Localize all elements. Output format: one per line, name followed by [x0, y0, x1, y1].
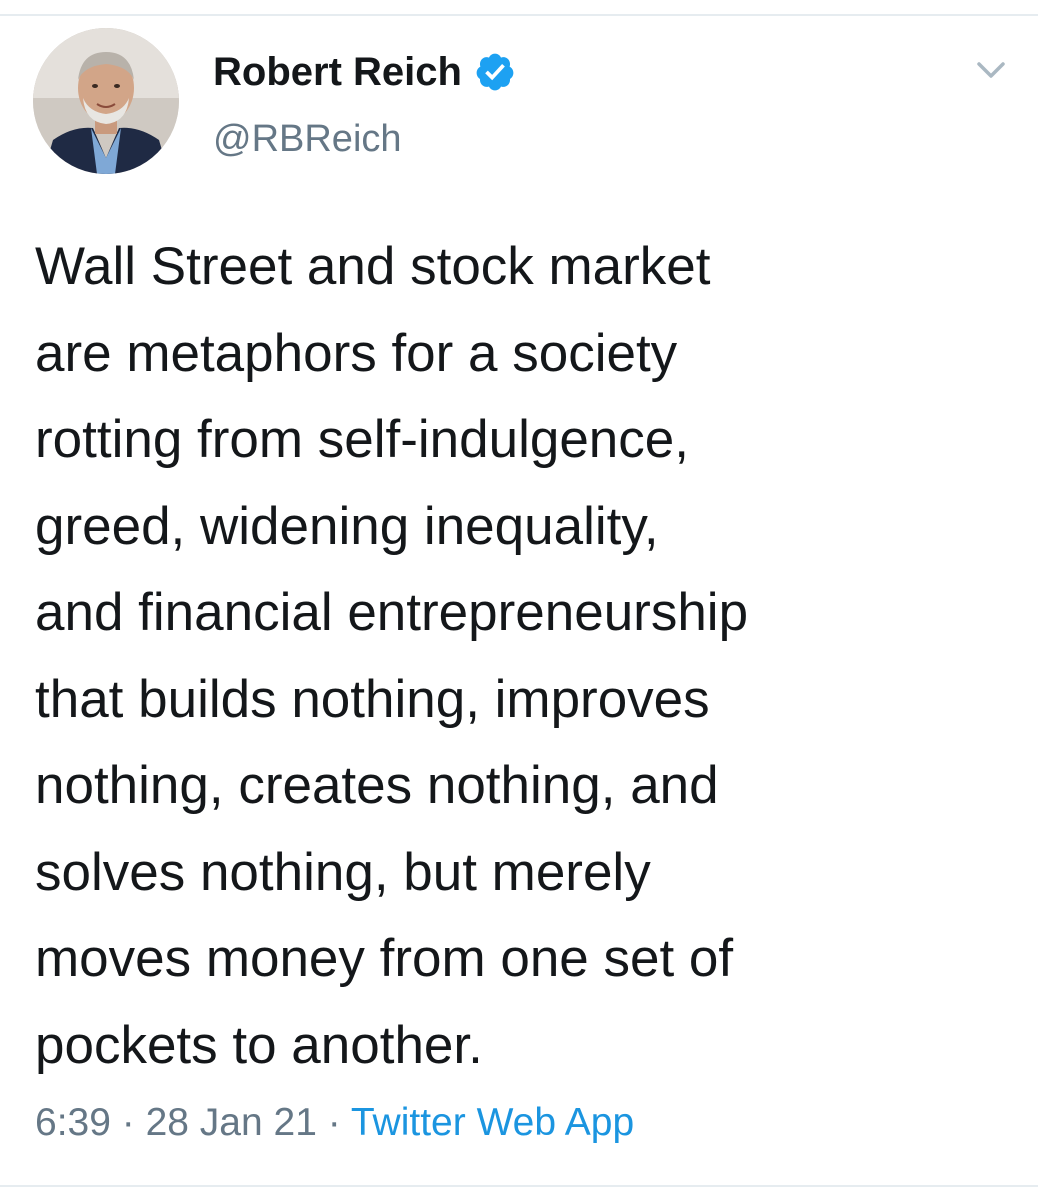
tweet-text-line: pockets to another.	[35, 1015, 483, 1075]
tweet-text-line: nothing, creates nothing, and	[35, 756, 719, 815]
tweet-text-line: Wall Street and stock market	[35, 237, 711, 296]
verified-badge-icon	[476, 53, 514, 91]
tweet-menu-button[interactable]	[971, 52, 1011, 88]
author-display-name[interactable]: Robert Reich	[213, 44, 462, 100]
author-handle[interactable]: @RBReich	[213, 114, 402, 164]
meta-separator: ·	[327, 1101, 341, 1144]
tweet-text-line: that builds nothing, improves	[35, 669, 710, 729]
bottom-divider	[0, 1185, 1038, 1187]
tweet-text-line: greed, widening inequality,	[35, 496, 659, 556]
meta-separator: ·	[121, 1101, 135, 1144]
tweet-text-line: rotting from self-indulgence,	[35, 410, 689, 469]
tweet-text-line: are metaphors for a society	[35, 323, 678, 383]
tweet-text-line: moves money from one set of	[35, 929, 734, 988]
tweet-date[interactable]: 28 Jan 21	[146, 1101, 317, 1144]
tweet-text-line: solves nothing, but merely	[35, 842, 651, 902]
author-avatar[interactable]	[33, 28, 179, 174]
tweet-time[interactable]: 6:39	[35, 1101, 111, 1144]
tweet-text: Wall Street and stock market are metapho…	[35, 224, 1010, 1089]
top-divider	[0, 14, 1038, 16]
author-name-row[interactable]: Robert Reich	[213, 44, 516, 100]
tweet-text-line: and financial entrepreneurship	[35, 583, 749, 642]
chevron-down-icon	[977, 62, 1005, 78]
tweet-source-link[interactable]: Twitter Web App	[351, 1101, 634, 1144]
tweet-metadata: 6:39 · 28 Jan 21 · Twitter Web App	[35, 1095, 634, 1151]
avatar-photo	[33, 28, 179, 174]
